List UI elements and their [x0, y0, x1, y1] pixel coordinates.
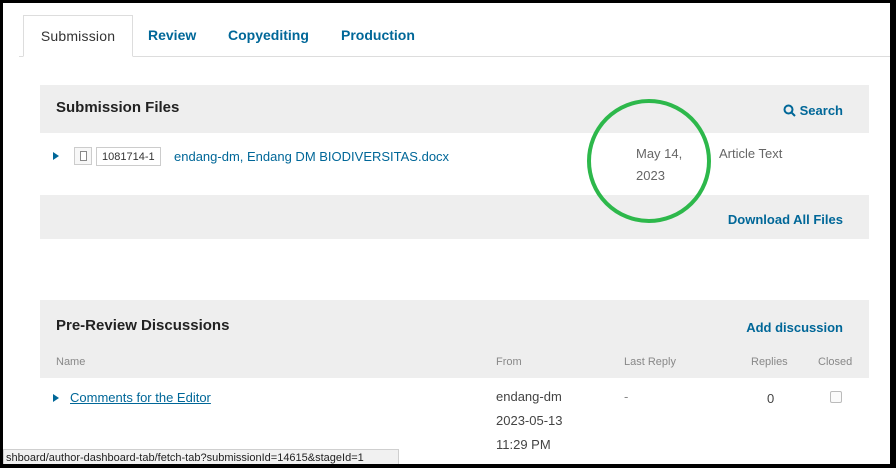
- search-icon: [783, 104, 796, 117]
- discussion-from-date: 2023-05-13: [496, 413, 563, 428]
- file-id-badge: 1081714-1: [96, 147, 161, 166]
- workflow-tabs: Submission Review Copyediting Production: [19, 15, 890, 57]
- file-name-link[interactable]: endang-dm, Endang DM BIODIVERSITAS.docx: [174, 149, 449, 164]
- add-discussion-button[interactable]: Add discussion: [746, 320, 843, 335]
- expand-caret-icon[interactable]: [53, 152, 59, 160]
- file-row: 1081714-1 endang-dm, Endang DM BIODIVERS…: [40, 133, 869, 195]
- closed-checkbox[interactable]: [830, 391, 842, 403]
- download-all-files-link[interactable]: Download All Files: [728, 212, 843, 227]
- discussion-replies-count: 0: [767, 391, 775, 406]
- submission-files-title: Submission Files: [56, 99, 180, 116]
- column-header-name: Name: [56, 356, 86, 368]
- column-header-replies: Replies: [751, 356, 788, 368]
- discussion-from-time: 11:29 PM: [496, 437, 551, 452]
- column-header-from: From: [496, 356, 522, 368]
- search-button[interactable]: Search: [783, 102, 843, 118]
- discussions-title: Pre-Review Discussions: [56, 317, 230, 334]
- document-icon: [74, 147, 92, 165]
- tab-review[interactable]: Review: [148, 15, 196, 57]
- file-date-line2: 2023: [636, 168, 665, 183]
- expand-caret-icon[interactable]: [53, 394, 59, 402]
- file-date-line1: May 14,: [636, 146, 683, 161]
- submission-files-header: Submission Files Search: [40, 85, 869, 133]
- discussion-last-reply: -: [624, 389, 629, 404]
- status-bar-url: shboard/author-dashboard-tab/fetch-tab?s…: [3, 449, 399, 464]
- tab-submission[interactable]: Submission: [23, 15, 133, 57]
- search-label: Search: [799, 103, 843, 118]
- discussions-header: Pre-Review Discussions Add discussion: [40, 300, 869, 348]
- column-header-closed: Closed: [818, 356, 853, 368]
- tab-production[interactable]: Production: [341, 15, 415, 57]
- column-header-last-reply: Last Reply: [624, 356, 676, 368]
- discussion-from-user: endang-dm: [496, 389, 562, 404]
- file-type: Article Text: [719, 146, 783, 161]
- discussions-panel: Pre-Review Discussions Add discussion Na…: [40, 300, 869, 464]
- app-frame: Submission Review Copyediting Production…: [3, 3, 890, 464]
- submission-files-panel: Submission Files Search 1081714-1 endang…: [40, 85, 869, 239]
- tab-copyediting[interactable]: Copyediting: [228, 15, 309, 57]
- discussion-name-link[interactable]: Comments for the Editor: [70, 390, 211, 405]
